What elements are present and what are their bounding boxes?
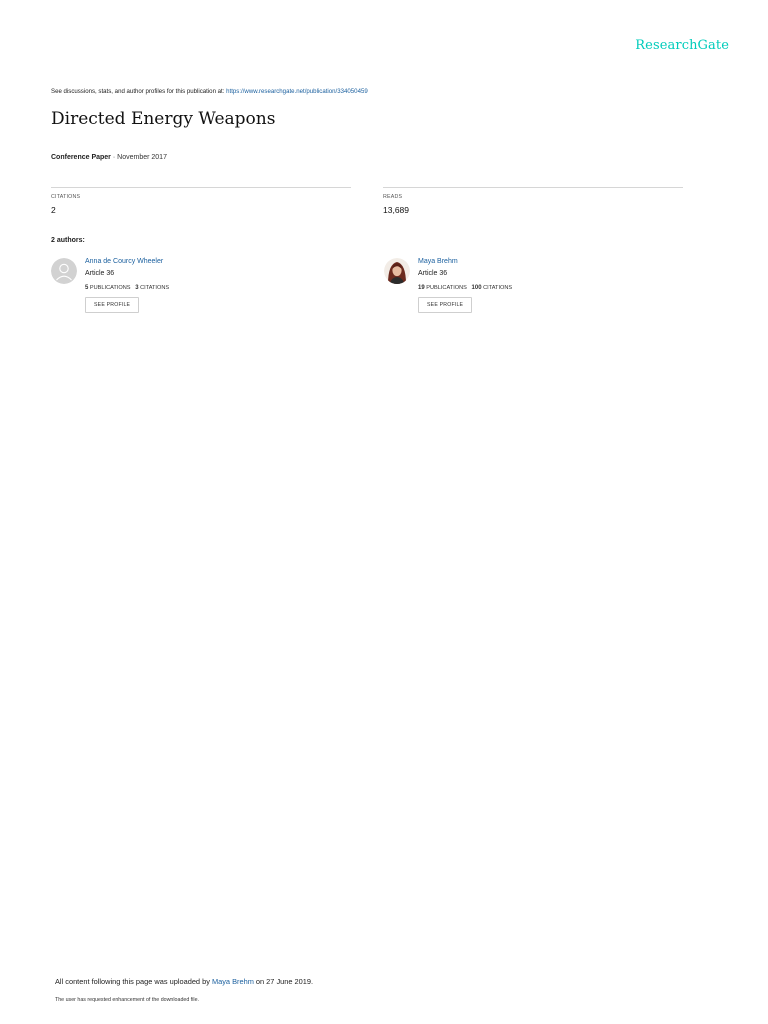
upload-suffix: on 27 June 2019. [253, 977, 314, 986]
publication-type: Conference Paper [51, 154, 111, 161]
researchgate-logo[interactable]: ResearchGate [635, 38, 729, 53]
author-publications-count: 5 [85, 285, 89, 291]
upload-notice: All content following this page was uplo… [55, 977, 313, 986]
reads-label: READS [383, 194, 403, 200]
author-affiliation: Article 36 [418, 270, 448, 277]
reads-value: 13,689 [383, 205, 409, 215]
avatar-placeholder-icon[interactable] [51, 258, 77, 284]
uploader-link[interactable]: Maya Brehm [212, 977, 254, 986]
author-citations-count: 100 [471, 285, 482, 291]
author-citations-label: CITATIONS [483, 285, 513, 291]
author-name-link[interactable]: Anna de Courcy Wheeler [85, 258, 169, 265]
author-photo-icon[interactable] [384, 258, 410, 284]
author-citations-label: CITATIONS [140, 285, 170, 291]
citations-value: 2 [51, 205, 56, 215]
citations-label: CITATIONS [51, 194, 81, 200]
enhancement-note: The user has requested enhancement of th… [55, 997, 199, 1003]
author-citations-count: 3 [135, 285, 139, 291]
author-publications-label: PUBLICATIONS [89, 285, 131, 291]
reads-stat: READS 13,689 [383, 187, 683, 215]
publication-date: November 2017 [117, 154, 167, 161]
authors-heading: 2 authors: [51, 237, 85, 244]
publication-title: Directed Energy Weapons [51, 109, 276, 129]
author-publications-label: PUBLICATIONS [426, 285, 467, 291]
author-stats: 5 PUBLICATIONS 3 CITATIONS [85, 285, 169, 291]
author-info: Maya Brehm Article 36 19 PUBLICATIONS 10… [418, 258, 512, 313]
citations-stat: CITATIONS 2 [51, 187, 351, 215]
upload-prefix: All content following this page was uplo… [55, 977, 212, 986]
discussion-text: See discussions, stats, and author profi… [51, 88, 227, 95]
author-info: Anna de Courcy Wheeler Article 36 5 PUBL… [85, 258, 169, 313]
publication-meta: Conference Paper · November 2017 [51, 154, 167, 161]
author-name-link[interactable]: Maya Brehm [418, 258, 512, 265]
discussion-notice: See discussions, stats, and author profi… [51, 88, 368, 95]
see-profile-button[interactable]: SEE PROFILE [418, 297, 473, 313]
publication-url-link[interactable]: https://www.researchgate.net/publication… [226, 88, 368, 95]
author-publications-count: 19 [418, 285, 425, 291]
author-affiliation: Article 36 [85, 270, 115, 277]
see-profile-button[interactable]: SEE PROFILE [85, 297, 140, 313]
author-stats: 19 PUBLICATIONS 100 CITATIONS [418, 285, 512, 291]
